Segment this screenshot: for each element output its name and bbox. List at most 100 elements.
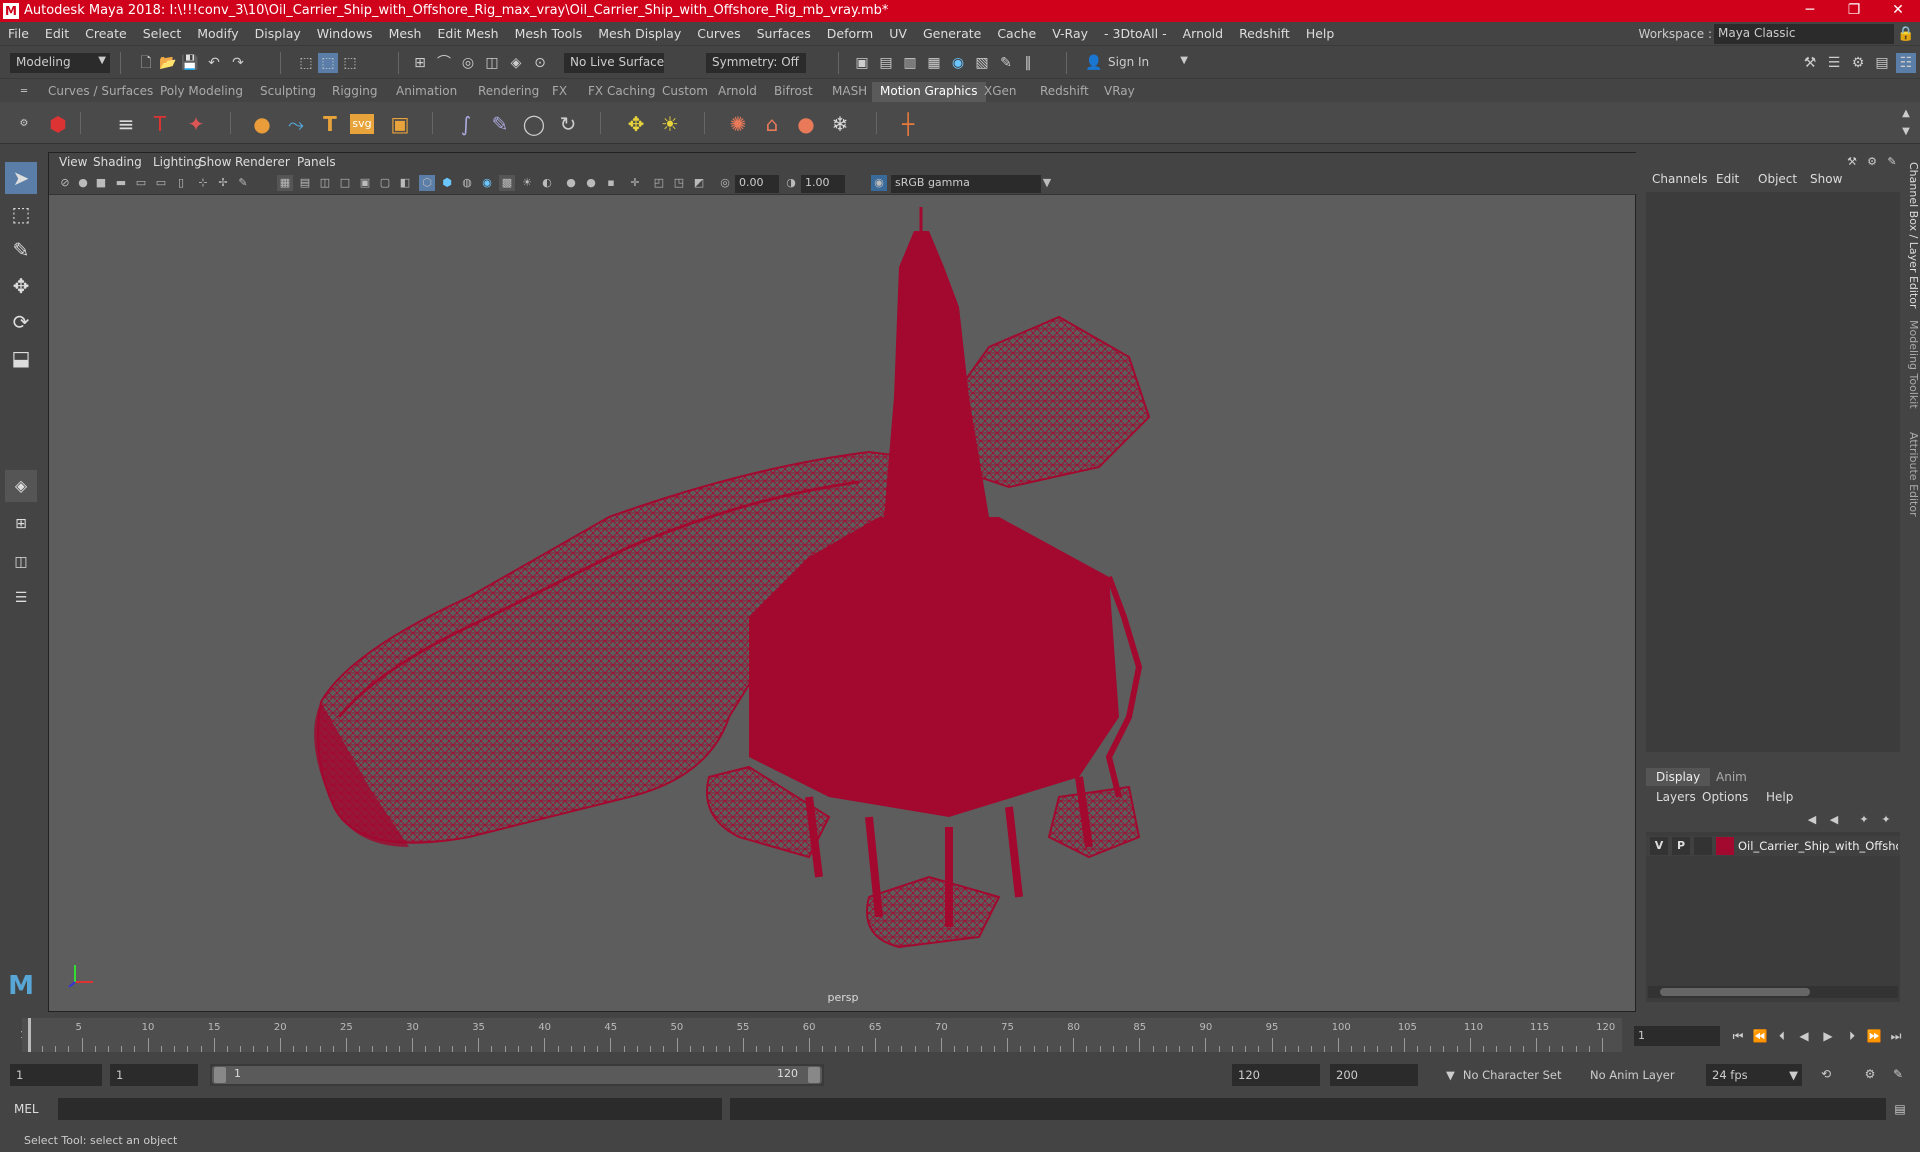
bookmark-icon[interactable]: ■ [93,175,109,191]
live-surface-field[interactable]: No Live Surface [564,53,664,73]
type-icon[interactable]: T [316,110,344,138]
snap-surface-icon[interactable]: ◈ [506,53,526,73]
menu-edit[interactable]: Edit [37,22,77,46]
svg-icon[interactable]: svg [350,114,374,134]
colorspace-dropdown[interactable]: sRGB gamma [891,175,1041,193]
channel-box-menu-show[interactable]: Show [1810,172,1842,186]
wireframe-icon[interactable]: ▤ [297,175,313,191]
shatter-icon[interactable]: ◯ [520,110,548,138]
blob-icon[interactable]: ● [792,110,820,138]
channel-box-menu-edit[interactable]: Edit [1716,172,1739,186]
layer-row[interactable]: V P Oil_Carrier_Ship_with_Offshor [1646,836,1900,856]
layer-tab-anim[interactable]: Anim [1706,768,1757,786]
anim-layer-dropdown[interactable]: No Anim Layer [1584,1064,1688,1086]
move-tool-icon[interactable]: ✥ [5,270,37,302]
shelf-tab-rigging[interactable]: Rigging [324,82,385,102]
maximize-button[interactable]: ❐ [1832,0,1876,22]
redo-icon[interactable]: ↷ [228,53,248,73]
antialias-icon[interactable]: ● [563,175,579,191]
tab-channel-box[interactable]: Channel Box / Layer Editor [1904,162,1920,309]
two-view-icon[interactable]: ◫ [5,546,37,578]
cube-icon[interactable]: ▣ [386,110,414,138]
image-plane-icon[interactable]: ▬ [113,175,129,191]
range-end-handle[interactable] [808,1067,820,1083]
menu-generate[interactable]: Generate [915,22,989,46]
shadows-icon[interactable]: ▩ [499,175,515,191]
menu-modify[interactable]: Modify [189,22,246,46]
menu-display[interactable]: Display [247,22,309,46]
spark-icon[interactable]: ❄ [826,110,854,138]
range-bar-fill[interactable] [212,1066,822,1084]
pause-icon[interactable]: ‖ [1018,53,1038,73]
viewport-menu-lighting[interactable]: Lighting [153,155,202,169]
workspace-dropdown[interactable]: Maya Classic [1714,24,1894,44]
menu-v-ray[interactable]: V-Ray [1044,22,1096,46]
exposure-icon[interactable]: ◎ [717,175,733,191]
menu-cache[interactable]: Cache [989,22,1044,46]
symmetry-dropdown[interactable]: Symmetry: Off [706,53,806,73]
textured-icon[interactable]: ◍ [459,175,475,191]
go-to-start-icon[interactable]: ⏮ [1728,1026,1748,1046]
sweep-icon[interactable]: ✎ [486,110,514,138]
oil-carrier-ship-model[interactable] [49,197,1637,987]
camera-lock-icon[interactable]: ● [75,175,91,191]
shelf-tab-rendering[interactable]: Rendering [470,82,547,102]
close-button[interactable]: ✕ [1876,0,1920,22]
resolution-gate-icon[interactable]: ▭ [153,175,169,191]
step-back-key-icon[interactable]: ⏪ [1750,1026,1770,1046]
viewport-menu-show[interactable]: Show [199,155,231,169]
wireframe-on-shaded-icon[interactable]: ⬡ [419,175,435,191]
menu-surfaces[interactable]: Surfaces [749,22,819,46]
layer-tab-display[interactable]: Display [1646,768,1711,786]
loop-icon[interactable]: ⟲ [1816,1064,1836,1084]
menu-arnold[interactable]: Arnold [1175,22,1231,46]
shelf-tab-mash[interactable]: MASH [824,82,875,102]
menu-uv[interactable]: UV [881,22,915,46]
grid-icon[interactable]: ▦ [277,175,293,191]
attribute-editor-icon[interactable]: ☰ [1824,53,1844,73]
tab-modeling-toolkit[interactable]: Modeling Toolkit [1904,320,1920,409]
layer-menu-layers[interactable]: Layers [1656,790,1696,804]
character-set-dropdown[interactable]: ▼ No Character Set [1440,1064,1580,1086]
motion-blur-icon[interactable]: ◐ [539,175,555,191]
script-editor-icon[interactable]: ▤ [1890,1099,1910,1119]
menu-file[interactable]: File [0,22,37,46]
layer-scrollbar[interactable] [1648,986,1898,998]
sun-icon[interactable]: ☀ [656,110,684,138]
menu-redshift[interactable]: Redshift [1231,22,1298,46]
current-frame-field[interactable]: 1 [1634,1026,1720,1046]
step-forward-frame-icon[interactable]: ⏵ [1842,1026,1862,1046]
shelf-tab-motion-graphics[interactable]: Motion Graphics [872,82,986,102]
xray-icon[interactable]: ▢ [377,175,393,191]
house-icon[interactable]: ⌂ [758,110,786,138]
viewport-menu-view[interactable]: View [59,155,87,169]
hypershade-icon[interactable]: ▧ [972,53,992,73]
playback-end-field[interactable]: 120 [1232,1064,1320,1086]
shelf-tab-fx[interactable]: FX [544,82,575,102]
playback-start-field[interactable]: 1 [110,1064,198,1086]
modeling-toolkit-icon[interactable]: ⚒ [1800,53,1820,73]
menu-create[interactable]: Create [77,22,135,46]
go-to-end-icon[interactable]: ⏭ [1886,1026,1906,1046]
viewport-menu-shading[interactable]: Shading [93,155,142,169]
shelf-tab-vray[interactable]: VRay [1096,82,1143,102]
fps-dropdown[interactable]: 24 fps ▼ [1706,1064,1802,1086]
channel-box-toggle-icon[interactable]: ⚒ [1842,152,1862,172]
render-settings-icon[interactable]: ▣ [852,53,872,73]
layer-playback-toggle[interactable]: P [1672,837,1690,855]
gate-mask-icon[interactable]: ▯ [173,175,189,191]
exposure-field[interactable]: 0.00 [735,175,779,193]
channel-box-icon[interactable]: ▤ [1872,53,1892,73]
hud-icon[interactable]: ✛ [627,175,643,191]
undo-icon[interactable]: ↶ [204,53,224,73]
outliner-icon[interactable]: ☰ [5,582,37,614]
gamma-icon[interactable]: ◑ [783,175,799,191]
range-start-handle[interactable] [214,1067,226,1083]
mash-network-icon[interactable]: ⬢ [44,110,72,138]
shelf-tab-bifrost[interactable]: Bifrost [766,82,821,102]
shelf-tab-custom[interactable]: Custom [654,82,716,102]
script-language-label[interactable]: MEL [14,1102,39,1116]
viewport-menu-renderer[interactable]: Renderer [235,155,290,169]
depth-of-field-icon[interactable]: ● [583,175,599,191]
move-layer-up-icon[interactable]: ◀ [1802,810,1822,830]
